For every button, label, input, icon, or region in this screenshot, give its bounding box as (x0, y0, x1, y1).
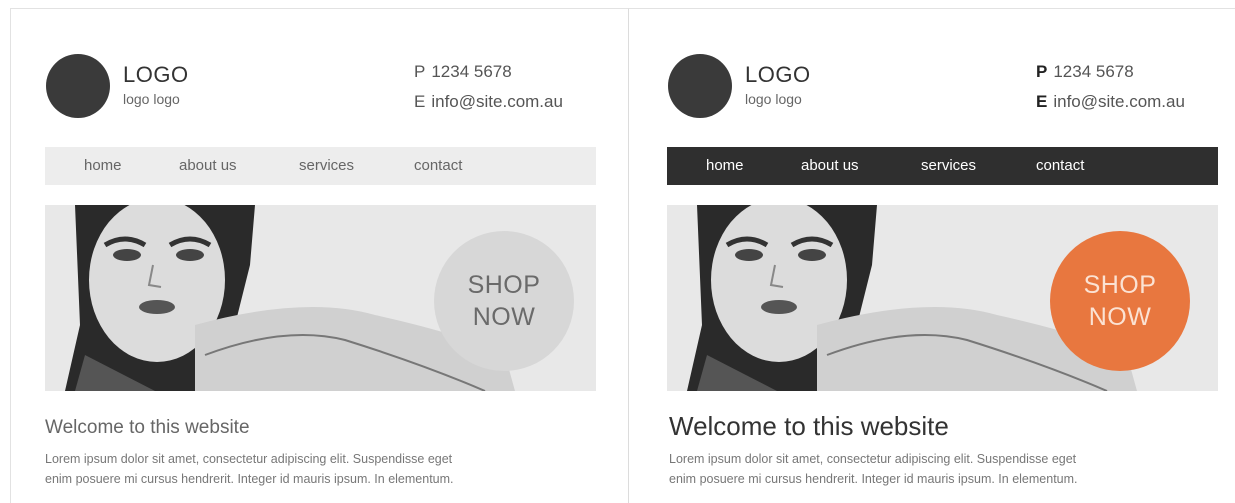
shop-now-line1: SHOP (467, 271, 541, 299)
phone-line: P 1234 5678 (1036, 62, 1134, 82)
intro-line-2: enim posuere mi cursus hendrerit. Intege… (45, 472, 454, 486)
logo-title[interactable]: LOGO (123, 62, 189, 88)
nav-item-home[interactable]: home (706, 157, 744, 174)
intro-paragraph: Lorem ipsum dolor sit amet, consectetur … (45, 449, 605, 489)
intro-line-2: enim posuere mi cursus hendrerit. Intege… (669, 472, 1078, 486)
intro-line-1: Lorem ipsum dolor sit amet, consectetur … (45, 452, 453, 466)
email-address[interactable]: info@site.com.au (431, 92, 563, 111)
email-line: Einfo@site.com.au (1036, 92, 1185, 112)
email-line: Einfo@site.com.au (414, 92, 563, 112)
intro-line-1: Lorem ipsum dolor sit amet, consectetur … (669, 452, 1077, 466)
nav-item-services[interactable]: services (921, 157, 976, 174)
email-label: E (414, 92, 426, 111)
shop-now-button[interactable]: SHOP NOW (434, 231, 574, 371)
nav-bar: home about us services contact (45, 147, 596, 185)
hero-banner: SHOP NOW (667, 205, 1218, 391)
email-address[interactable]: info@site.com.au (1053, 92, 1185, 111)
design-version-left: LOGO logo logo P 1234 5678 Einfo@site.com… (10, 8, 628, 503)
welcome-heading: Welcome to this website (669, 411, 949, 441)
nav-item-about-us[interactable]: about us (179, 157, 237, 174)
logo-title[interactable]: LOGO (745, 62, 811, 88)
hero-banner: SHOP NOW (45, 205, 596, 391)
phone-number[interactable]: 1234 5678 (431, 62, 511, 81)
welcome-heading: Welcome to this website (45, 417, 250, 438)
design-version-right: LOGO logo logo P 1234 5678 Einfo@site.com… (628, 8, 1235, 503)
phone-number[interactable]: 1234 5678 (1053, 62, 1133, 81)
nav-item-home[interactable]: home (84, 157, 122, 174)
logo-subtitle: logo logo (745, 91, 802, 107)
logo-subtitle: logo logo (123, 91, 180, 107)
phone-line: P 1234 5678 (414, 62, 512, 82)
logo-mark[interactable] (668, 54, 732, 118)
nav-bar: home about us services contact (667, 147, 1218, 185)
nav-item-contact[interactable]: contact (414, 157, 462, 174)
shop-now-line2: NOW (472, 303, 536, 331)
email-label: E (1036, 92, 1048, 111)
shop-now-button[interactable]: SHOP NOW (1050, 231, 1190, 371)
shop-now-line2: NOW (1088, 303, 1152, 331)
logo-mark[interactable] (46, 54, 110, 118)
phone-label: P (1036, 62, 1048, 81)
nav-item-about-us[interactable]: about us (801, 157, 859, 174)
nav-item-contact[interactable]: contact (1036, 157, 1084, 174)
phone-label: P (414, 62, 426, 81)
shop-now-line1: SHOP (1083, 271, 1157, 299)
nav-item-services[interactable]: services (299, 157, 354, 174)
intro-paragraph: Lorem ipsum dolor sit amet, consectetur … (669, 449, 1229, 489)
